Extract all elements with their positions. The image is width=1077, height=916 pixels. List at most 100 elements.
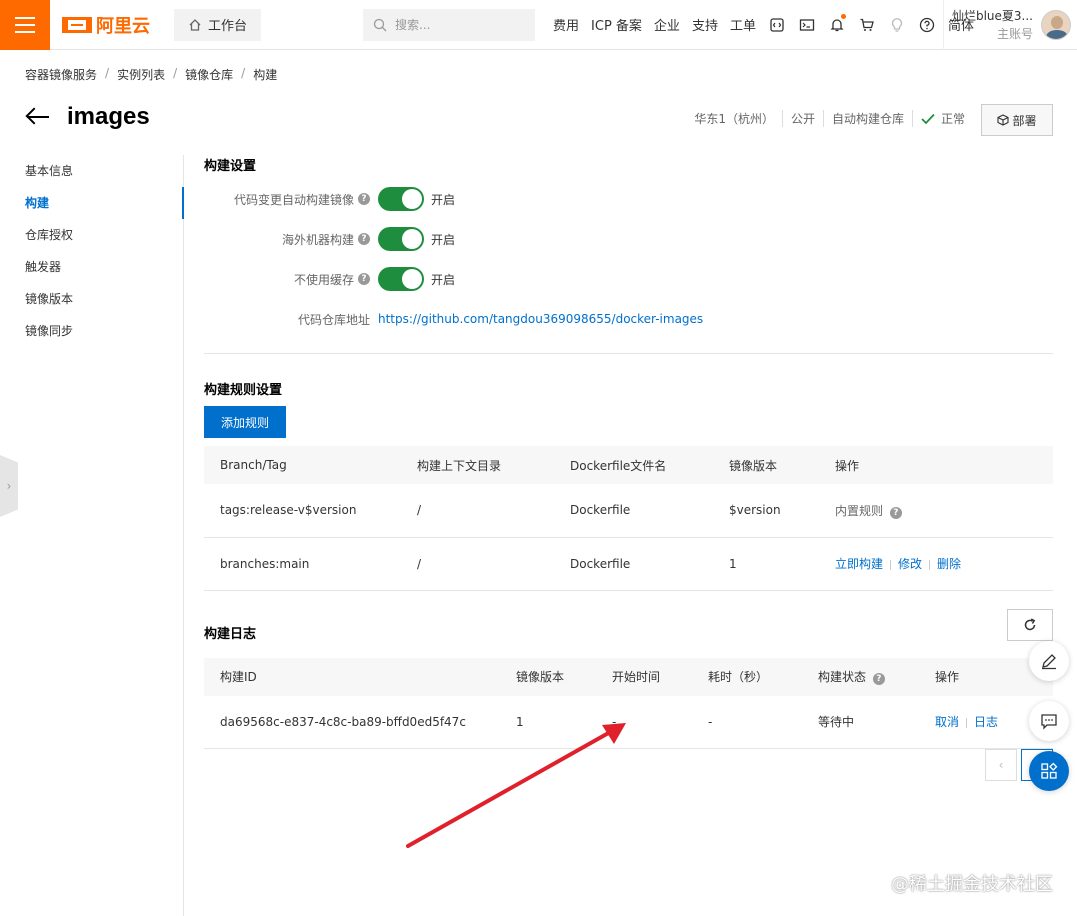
toggle-state: 开启 — [431, 272, 456, 287]
auto-build-toggle[interactable] — [378, 187, 424, 211]
column-header: 耗时（秒） — [692, 657, 802, 696]
help-icon[interactable] — [918, 16, 936, 34]
menu-icon[interactable] — [0, 0, 50, 50]
setting-label-text: 代码变更自动构建镜像 — [233, 192, 354, 207]
operations-cell: 立即构建 修改 删除 — [819, 537, 1053, 591]
context-cell: / — [401, 537, 554, 591]
edit-tool-button[interactable] — [1029, 641, 1069, 681]
dockerfile-cell: Dockerfile — [554, 537, 713, 591]
column-header: 构建上下文目录 — [401, 446, 554, 484]
sidebar-item-image-versions[interactable]: 镜像版本 — [0, 283, 183, 315]
pencil-icon — [1042, 654, 1056, 670]
start-time-cell: - — [596, 695, 692, 749]
no-cache-toggle[interactable] — [378, 267, 424, 291]
visibility-label: 公开 — [781, 110, 823, 127]
nav-support[interactable]: 支持 — [692, 15, 718, 34]
help-icon[interactable]: ? — [358, 193, 370, 205]
lightbulb-icon[interactable] — [888, 16, 906, 34]
apps-icon — [1041, 762, 1058, 779]
nav-enterprise[interactable]: 企业 — [654, 15, 680, 34]
help-icon[interactable]: ? — [872, 673, 885, 685]
build-settings-form: 代码变更自动构建镜像? 开启 海外机器构建? 开启 不使用缓存? 开启 代码仓库… — [204, 179, 1053, 339]
deploy-button[interactable]: 部署 — [981, 104, 1053, 136]
page-header: images — [25, 103, 150, 131]
help-icon[interactable]: ? — [358, 273, 370, 285]
chevron-left-icon: ‹ — [998, 758, 1004, 772]
edit-link[interactable]: 修改 — [898, 557, 922, 571]
cube-icon — [997, 114, 1010, 126]
workbench-button[interactable]: 工作台 — [174, 8, 262, 41]
back-arrow-icon[interactable] — [25, 107, 51, 127]
apps-tool-button[interactable] — [1029, 751, 1069, 791]
avatar[interactable] — [1041, 10, 1071, 40]
column-header: Dockerfile文件名 — [554, 446, 713, 484]
column-header: 构建状态 ? — [802, 657, 919, 696]
setting-label: 代码变更自动构建镜像? — [204, 191, 378, 208]
status-badge: 正常 — [911, 110, 965, 127]
user-name: 灿烂blue夏3... — [951, 9, 1033, 23]
setting-label: 海外机器构建? — [204, 231, 378, 248]
home-icon — [189, 18, 201, 31]
sidebar-item-repo-auth[interactable]: 仓库授权 — [0, 219, 183, 251]
help-icon[interactable]: ? — [358, 233, 370, 245]
bell-icon[interactable] — [828, 13, 846, 34]
brand-logo[interactable]: 阿里云 — [62, 12, 150, 38]
branch-cell: branches:main — [204, 537, 401, 591]
build-now-link[interactable]: 立即构建 — [835, 557, 883, 571]
nav-ticket[interactable]: 工单 — [730, 15, 756, 34]
breadcrumb-item[interactable]: 镜像仓库 — [185, 66, 233, 83]
search-input[interactable]: 搜索... — [363, 8, 536, 41]
version-cell: 1 — [713, 537, 819, 591]
terminal-icon[interactable] — [798, 16, 816, 34]
column-header: 镜像版本 — [500, 657, 596, 696]
separator — [890, 559, 892, 570]
breadcrumb-item[interactable]: 容器镜像服务 — [25, 66, 97, 83]
watermark: @稀土掘金技术社区 — [891, 874, 1053, 895]
cancel-link[interactable]: 取消 — [935, 715, 959, 729]
breadcrumb-separator: / — [241, 66, 246, 80]
nav-billing[interactable]: 费用 — [553, 15, 579, 34]
sidebar-item-basic-info[interactable]: 基本信息 — [0, 155, 183, 187]
add-rule-button[interactable]: 添加规则 — [204, 406, 286, 438]
separator — [929, 559, 931, 570]
repo-url-link[interactable]: https://github.com/tangdou369098655/dock… — [378, 312, 703, 326]
table-row: branches:main / Dockerfile 1 立即构建 修改 删除 — [204, 537, 1053, 591]
user-info: 灿烂blue夏3... 主账号 — [952, 7, 1033, 43]
log-link[interactable]: 日志 — [974, 715, 998, 729]
nav-icp[interactable]: ICP 备案 — [591, 15, 642, 34]
breadcrumb-separator: / — [173, 66, 178, 80]
toggle-state: 开启 — [431, 192, 456, 207]
sidebar-item-build[interactable]: 构建 — [0, 187, 184, 219]
refresh-button[interactable] — [1007, 609, 1053, 641]
overseas-build-toggle[interactable] — [378, 227, 424, 251]
sidebar-collapse-handle[interactable]: › — [0, 455, 18, 517]
sidebar-item-triggers[interactable]: 触发器 — [0, 251, 183, 283]
delete-link[interactable]: 删除 — [937, 557, 961, 571]
sidebar-item-image-sync[interactable]: 镜像同步 — [0, 315, 183, 347]
branch-cell: tags:release-v$version — [204, 484, 401, 538]
prev-page-button[interactable]: ‹ — [985, 749, 1017, 781]
chevron-right-icon: › — [6, 479, 12, 493]
user-menu[interactable]: 灿烂blue夏3... 主账号 — [942, 0, 1077, 50]
duration-cell: - — [692, 695, 802, 749]
code-icon[interactable] — [768, 16, 786, 34]
setting-label-text: 不使用缓存 — [293, 272, 354, 287]
chat-tool-button[interactable] — [1029, 701, 1069, 741]
page-title: images — [67, 103, 150, 130]
build-log-title: 构建日志 — [204, 626, 257, 642]
context-cell: / — [401, 484, 554, 538]
breadcrumb-item[interactable]: 实例列表 — [117, 66, 165, 83]
repo-type-label: 自动构建仓库 — [822, 110, 912, 127]
version-cell: 1 — [500, 695, 596, 749]
column-header: Branch/Tag — [204, 446, 401, 484]
setting-row: 海外机器构建? 开启 — [204, 219, 1053, 259]
separator — [966, 717, 968, 728]
column-header: 开始时间 — [596, 657, 692, 696]
breadcrumb: 容器镜像服务 / 实例列表 / 镜像仓库 / 构建 — [25, 66, 277, 83]
refresh-icon — [1024, 618, 1036, 631]
help-icon[interactable]: ? — [889, 506, 902, 519]
deploy-label: 部署 — [1012, 113, 1037, 128]
setting-label-text: 海外机器构建 — [281, 232, 354, 247]
cart-icon[interactable] — [858, 16, 876, 34]
build-rules-title: 构建规则设置 — [204, 383, 283, 398]
